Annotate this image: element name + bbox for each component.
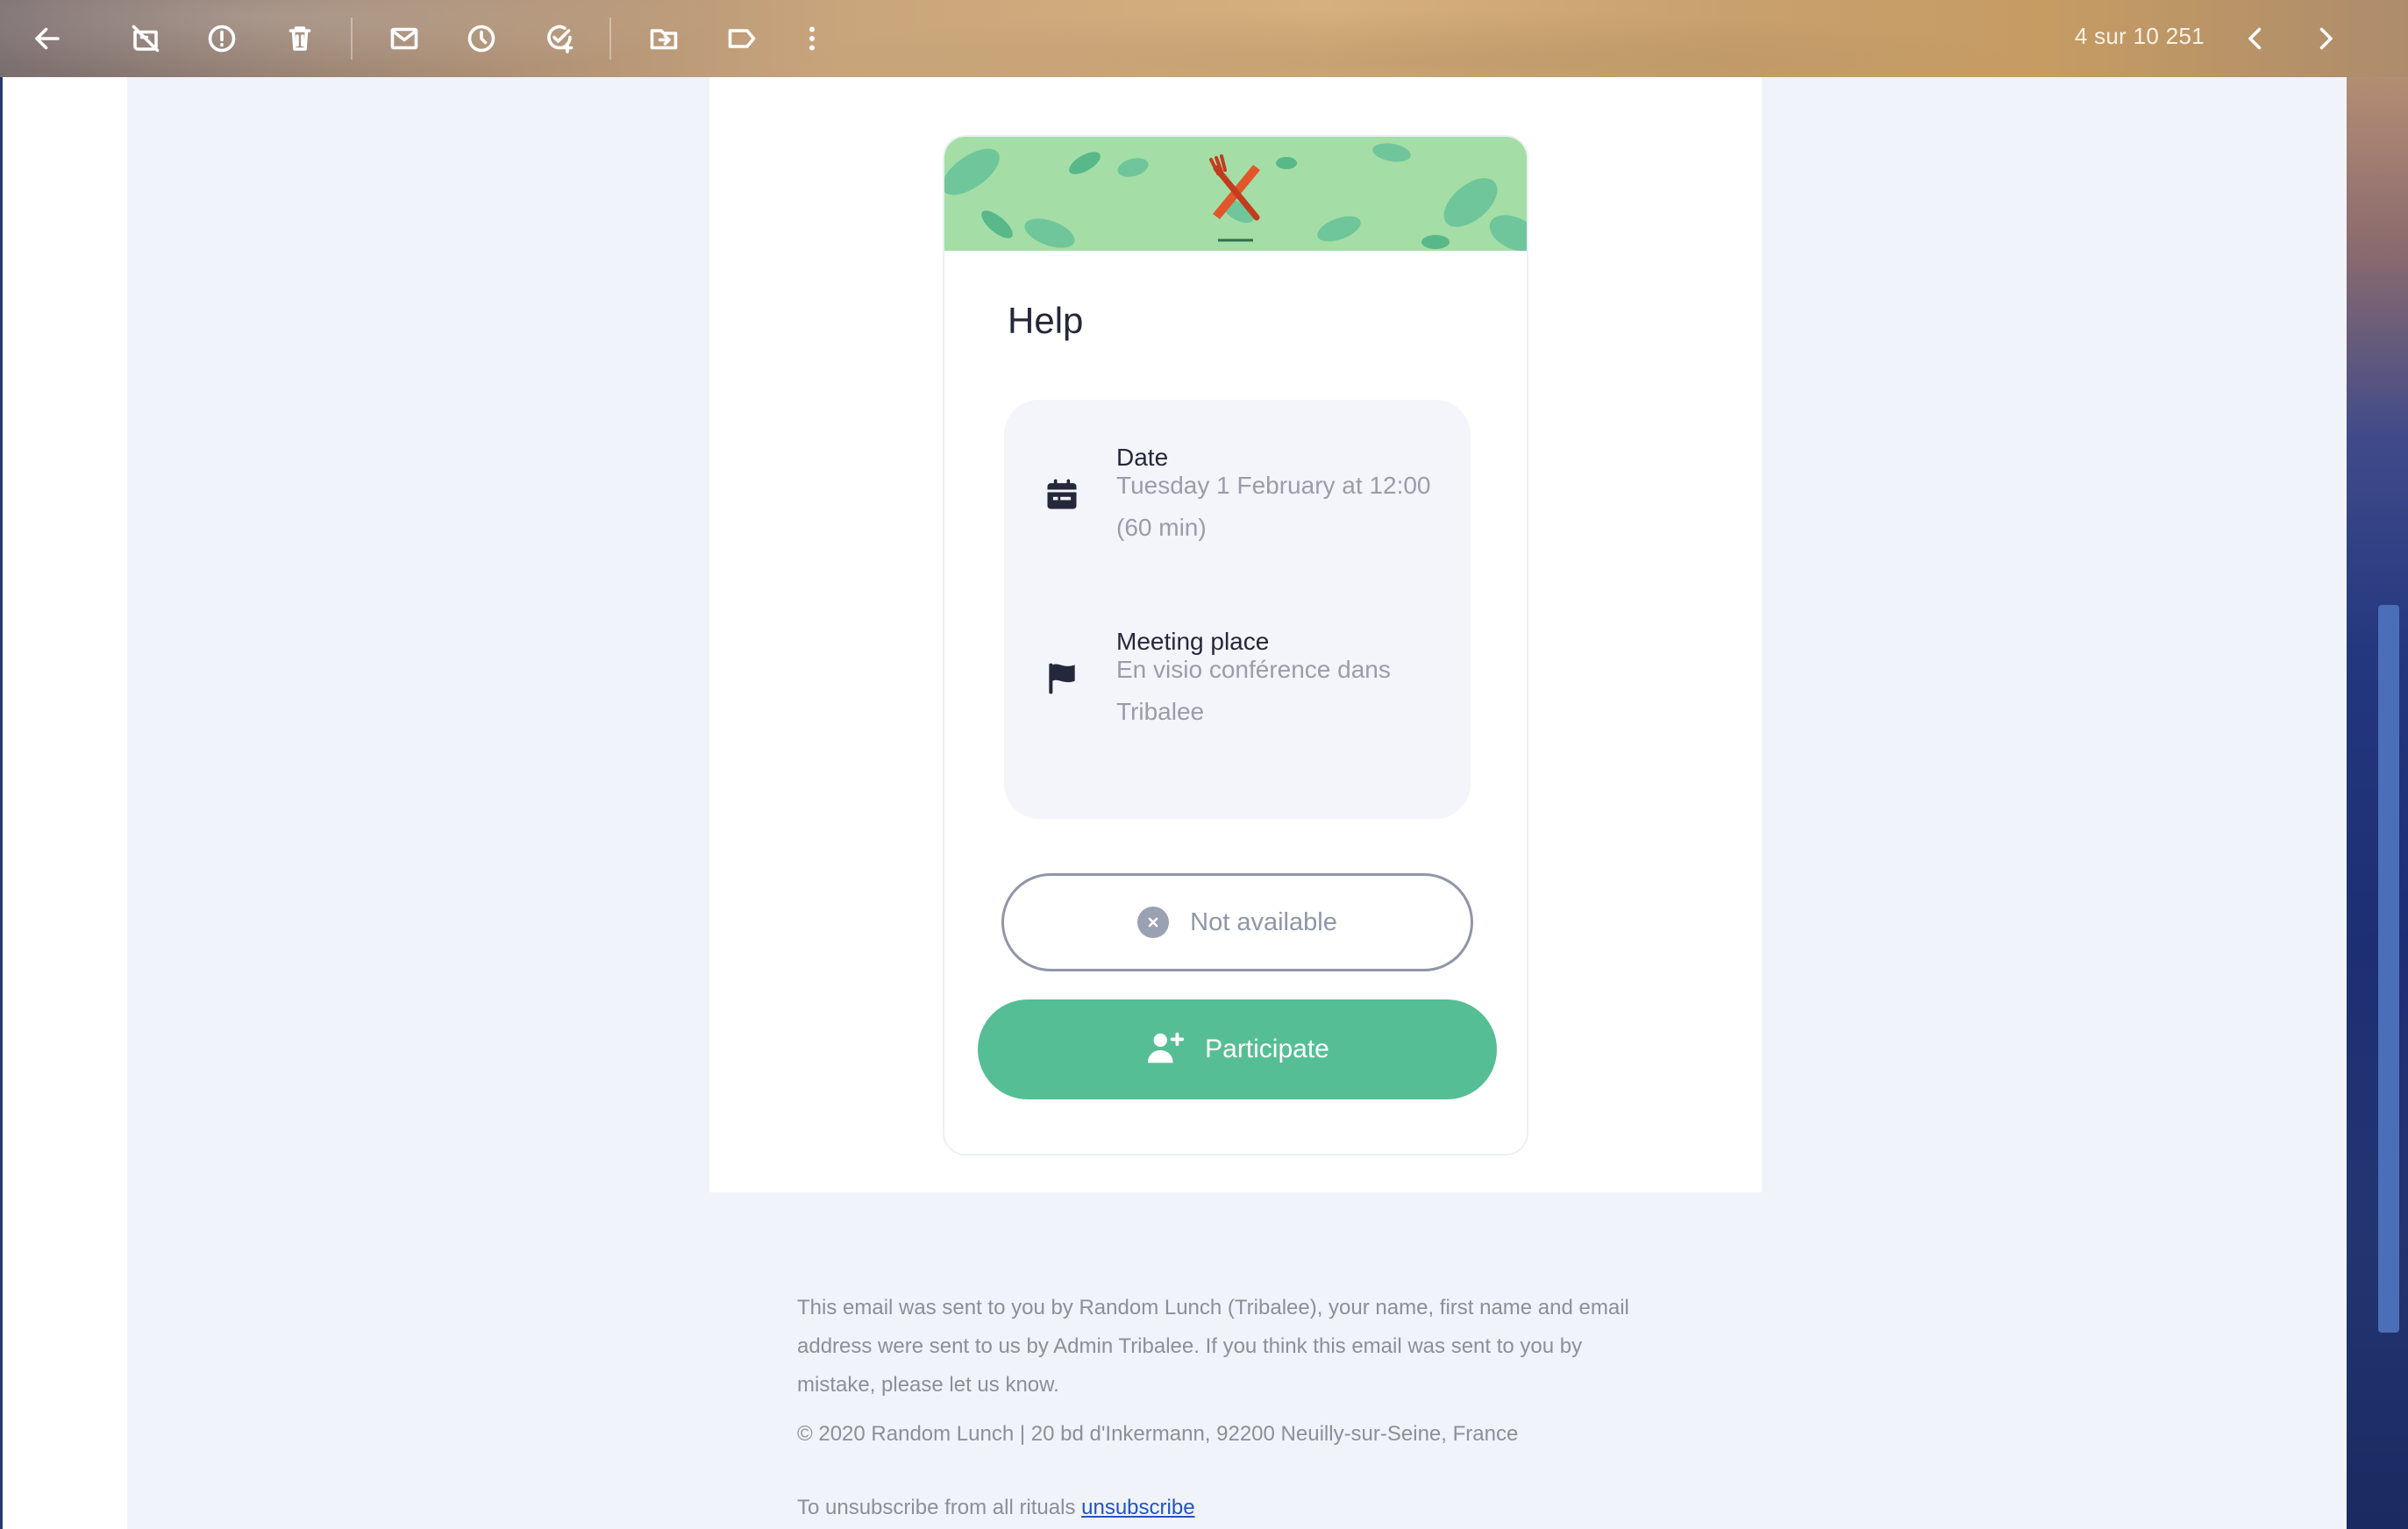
not-available-label: Not available <box>1190 907 1337 936</box>
snooze-icon[interactable] <box>460 18 502 60</box>
move-to-icon[interactable] <box>643 18 685 60</box>
flag-icon <box>1043 659 1081 698</box>
toolbar-divider <box>609 18 611 60</box>
event-card: Help Date Tuesday 1 February at 12:00 (6… <box>943 135 1528 1156</box>
unsubscribe-text: To unsubscribe from all rituals <box>797 1496 1076 1519</box>
add-task-icon[interactable] <box>538 18 581 60</box>
mail-toolbar <box>0 0 2408 77</box>
archive-off-icon[interactable] <box>125 18 167 60</box>
scrollbar-thumb[interactable] <box>2378 605 2399 1333</box>
footer-unsubscribe: To unsubscribe from all rituals unsubscr… <box>797 1496 1639 1520</box>
report-spam-icon[interactable] <box>201 18 243 60</box>
not-available-button[interactable]: Not available <box>1001 873 1473 971</box>
participate-button[interactable]: Participate <box>978 999 1497 1099</box>
footer-notice: This email was sent to you by Random Lun… <box>797 1296 1629 1397</box>
leaf-pattern-icon <box>944 143 1527 251</box>
toolbar-divider <box>351 18 353 60</box>
footer-copyright: © 2020 Random Lunch | 20 bd d'Inkermann,… <box>797 1422 1519 1446</box>
add-person-icon <box>1145 1028 1186 1072</box>
label-icon[interactable] <box>721 18 763 60</box>
more-vertical-icon[interactable] <box>791 18 833 60</box>
event-info-box: Date Tuesday 1 February at 12:00 (60 min… <box>1004 400 1471 819</box>
message-counter: 4 sur 10 251 <box>2074 23 2205 49</box>
meeting-place-value: En visio conférence dans Tribalee <box>1116 656 1391 725</box>
back-arrow-icon[interactable] <box>26 18 68 60</box>
chevron-left-icon[interactable] <box>2234 18 2276 60</box>
event-title: Help <box>1008 300 1084 341</box>
event-banner <box>944 137 1527 251</box>
participate-label: Participate <box>1205 1035 1329 1063</box>
calendar-icon <box>1043 475 1081 514</box>
unsubscribe-link[interactable]: unsubscribe <box>1081 1496 1194 1519</box>
date-value: Tuesday 1 February at 12:00 (60 min) <box>1116 472 1431 541</box>
chevron-right-icon[interactable] <box>2305 18 2347 60</box>
close-circle-icon <box>1137 907 1170 938</box>
mark-unread-icon[interactable] <box>383 18 425 60</box>
delete-icon[interactable] <box>279 18 321 60</box>
